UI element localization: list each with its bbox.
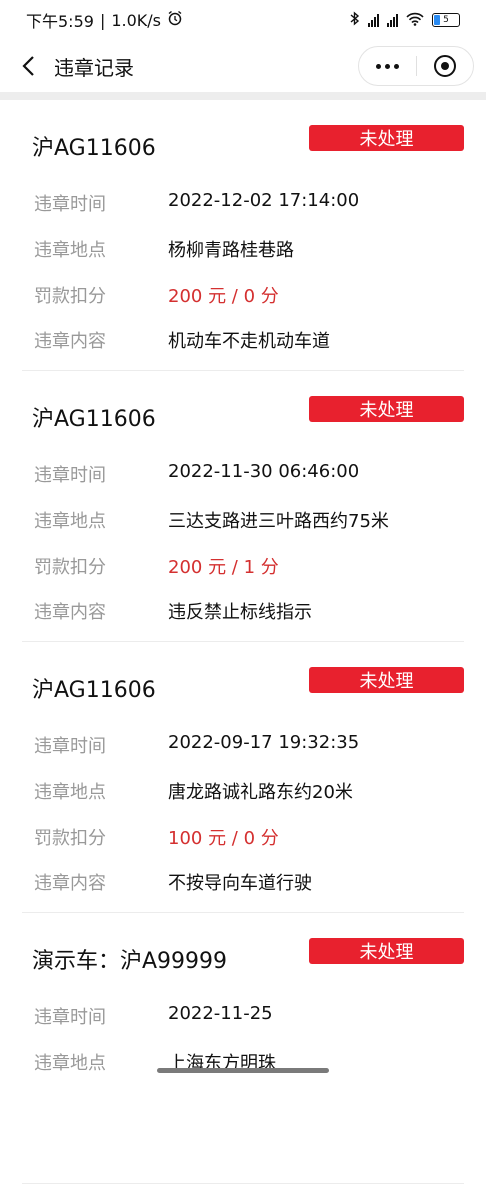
status-badge: 未处理 — [309, 396, 464, 422]
content-row: 违章内容 违反禁止标线指示 — [34, 598, 312, 624]
status-bar: 下午5:59 | 1.0K/s 5 — [0, 0, 486, 40]
fine-row: 罚款扣分 200 元 / 0 分 — [34, 282, 279, 308]
field-label: 违章内容 — [34, 873, 106, 894]
field-label: 违章内容 — [34, 602, 106, 623]
field-label: 罚款扣分 — [34, 286, 106, 307]
violation-list: 沪AG11606 未处理 违章时间 2022-12-02 17:14:00 违章地… — [0, 100, 486, 1184]
field-value: 唐龙路诚礼路东约20米 — [168, 782, 353, 803]
bluetooth-icon — [350, 11, 360, 29]
wifi-icon — [406, 12, 424, 29]
field-label: 罚款扣分 — [34, 828, 106, 849]
field-value: 2022-11-25 — [168, 1003, 273, 1024]
fine-value: 200 元 / 0 分 — [168, 286, 279, 307]
signal-icon-1 — [368, 13, 379, 27]
alarm-icon — [167, 10, 183, 30]
field-value: 不按导向车道行驶 — [168, 873, 312, 894]
field-label: 违章时间 — [34, 1007, 106, 1028]
field-value: 杨柳青路桂巷路 — [168, 240, 294, 261]
target-icon — [433, 55, 456, 77]
signal-icon-2 — [387, 13, 398, 27]
field-label: 违章地点 — [34, 511, 106, 532]
violation-card[interactable]: 沪AG11606 未处理 违章时间 2022-09-17 19:32:35 违章地… — [22, 642, 464, 913]
field-value: 三达支路进三叶路西约75米 — [168, 511, 389, 532]
field-label: 违章时间 — [34, 194, 106, 215]
field-value: 2022-11-30 06:46:00 — [168, 461, 360, 482]
field-label: 违章时间 — [34, 465, 106, 486]
more-dots-icon — [375, 63, 399, 69]
battery-icon: 5 — [432, 13, 460, 27]
status-time: 下午5:59 — [26, 12, 94, 31]
status-badge: 未处理 — [309, 667, 464, 693]
mini-program-capsule — [358, 46, 474, 86]
location-row: 违章地点 杨柳青路桂巷路 — [34, 236, 294, 262]
plate-number: 沪AG11606 — [32, 407, 156, 432]
plate-number: 演示车：沪A99999 — [32, 949, 228, 974]
field-value: 2022-12-02 17:14:00 — [168, 190, 360, 211]
more-button[interactable] — [359, 47, 416, 85]
page-title: 违章记录 — [54, 55, 134, 80]
nav-bar: 违章记录 — [0, 40, 486, 92]
violation-card[interactable]: 沪AG11606 未处理 违章时间 2022-11-30 06:46:00 违章地… — [22, 371, 464, 642]
fine-row: 罚款扣分 100 元 / 0 分 — [34, 824, 279, 850]
field-label: 违章内容 — [34, 331, 106, 352]
time-row: 违章时间 2022-11-30 06:46:00 — [34, 461, 359, 487]
home-indicator[interactable] — [157, 1068, 329, 1073]
violation-card[interactable]: 演示车：沪A99999 未处理 违章时间 2022-11-25 违章地点 上海东方明… — [22, 913, 464, 1184]
battery-level: 5 — [443, 15, 449, 25]
violation-card[interactable]: 沪AG11606 未处理 违章时间 2022-12-02 17:14:00 违章地… — [22, 100, 464, 371]
location-row: 违章地点 唐龙路诚礼路东约20米 — [34, 778, 353, 804]
field-label: 违章地点 — [34, 240, 106, 261]
status-badge: 未处理 — [309, 125, 464, 151]
back-button[interactable] — [18, 56, 38, 76]
fine-value: 200 元 / 1 分 — [168, 557, 279, 578]
time-row: 违章时间 2022-12-02 17:14:00 — [34, 190, 359, 216]
field-label: 违章时间 — [34, 736, 106, 757]
header-divider — [0, 92, 486, 100]
field-label: 罚款扣分 — [34, 557, 106, 578]
field-value: 违反禁止标线指示 — [168, 602, 312, 623]
status-separator: | — [99, 10, 106, 30]
close-mini-program-button[interactable] — [417, 47, 474, 85]
field-value: 机动车不走机动车道 — [168, 331, 330, 352]
plate-number: 沪AG11606 — [32, 136, 156, 161]
time-row: 违章时间 2022-09-17 19:32:35 — [34, 732, 359, 758]
network-speed: 1.0K/s — [111, 10, 161, 30]
content-row: 违章内容 不按导向车道行驶 — [34, 869, 312, 895]
field-value: 2022-09-17 19:32:35 — [168, 732, 360, 753]
fine-value: 100 元 / 0 分 — [168, 828, 279, 849]
plate-number: 沪AG11606 — [32, 678, 156, 703]
field-label: 违章地点 — [34, 782, 106, 803]
time-row: 违章时间 2022-11-25 — [34, 1003, 273, 1029]
field-label: 违章地点 — [34, 1053, 106, 1074]
fine-row: 罚款扣分 200 元 / 1 分 — [34, 553, 279, 579]
status-badge: 未处理 — [309, 938, 464, 964]
content-row: 违章内容 机动车不走机动车道 — [34, 327, 330, 353]
chevron-left-icon — [22, 56, 34, 76]
location-row: 违章地点 三达支路进三叶路西约75米 — [34, 507, 389, 533]
